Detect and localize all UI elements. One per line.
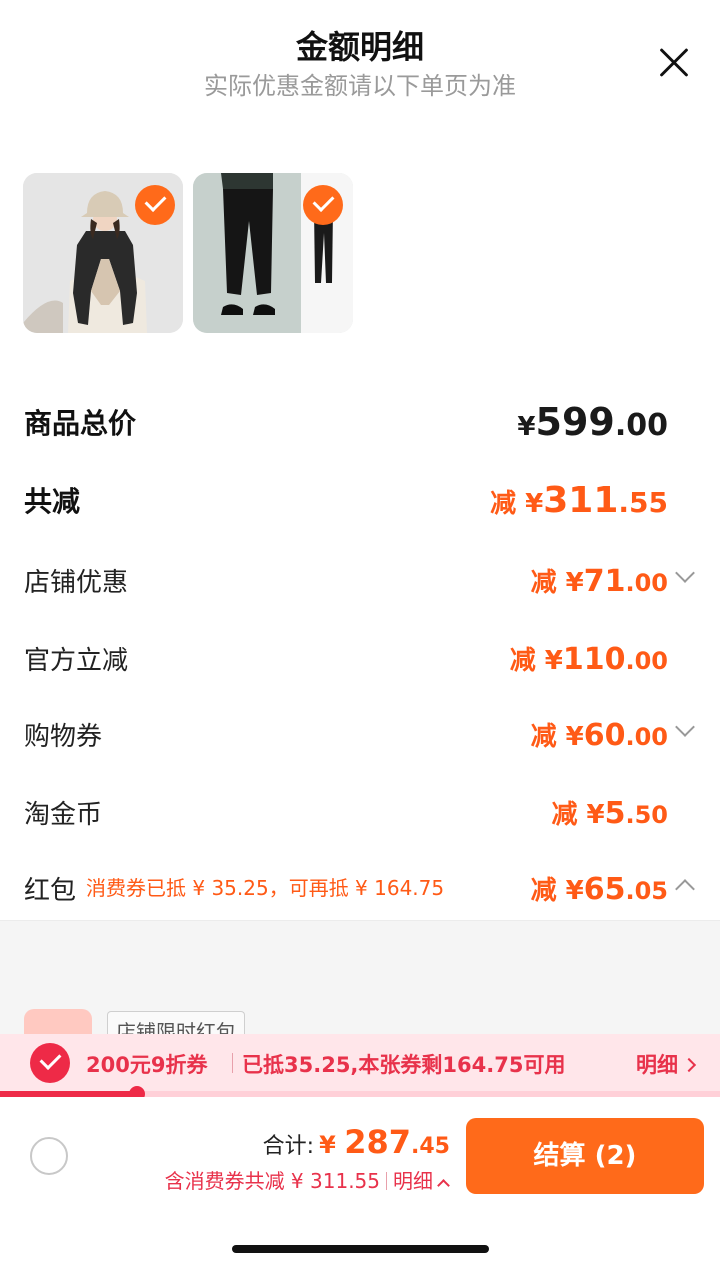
sheet-header: 金额明细 实际优惠金额请以下单页为准 [0, 0, 720, 110]
discount-value: 减 ¥110.00 [509, 642, 668, 677]
page-subtitle: 实际优惠金额请以下单页为准 [204, 72, 516, 100]
total-price-value: ¥599.00 [517, 400, 668, 444]
product-vest-image[interactable] [23, 173, 183, 333]
discount-label: 店铺优惠 [24, 568, 129, 598]
sum-reduce-text: 含消费券共减 ¥ 311.55 [164, 1169, 380, 1193]
product-pants-image[interactable] [193, 173, 353, 333]
discount-row-shop[interactable]: 店铺优惠 减 ¥71.00 [24, 562, 696, 602]
redpacket-detail-panel: 店铺限时红包 [0, 920, 720, 1049]
discount-row-coupon[interactable]: 购物券 减 ¥60.00 [24, 716, 696, 756]
discount-value: 减 ¥5.50 [551, 796, 668, 831]
discount-label: 购物券 [24, 722, 103, 752]
redpacket-note: 消费券已抵 ¥ 35.25，可再抵 ¥ 164.75 [86, 876, 445, 900]
total-price-row: 商品总价 ¥599.00 [24, 400, 696, 446]
checkout-footer: 合计: ¥ 287.45 含消费券共减 ¥ 311.55 明细 结算 (2) [0, 1097, 720, 1269]
select-all-radio[interactable] [30, 1137, 68, 1175]
discount-label: 官方立减 [24, 646, 129, 676]
sum-sub-line: 含消费券共减 ¥ 311.55 明细 [164, 1165, 450, 1194]
discount-row-redpacket[interactable]: 红包 消费券已抵 ¥ 35.25，可再抵 ¥ 164.75 减 ¥65.05 [24, 870, 696, 910]
discount-row-gold-coin: 淘金币 减 ¥5.50 [24, 794, 696, 834]
product-selected-check-icon[interactable] [135, 185, 175, 225]
discount-label: 红包 [24, 876, 77, 906]
product-selected-check-icon[interactable] [303, 185, 343, 225]
coupon-detail-link[interactable]: 明细 [636, 1049, 697, 1079]
coupon-bar[interactable]: 200元9折券 已抵35.25,本张券剩164.75可用 明细 [0, 1034, 720, 1092]
sum-value: ¥ 287.45 [319, 1123, 450, 1161]
divider [386, 1172, 387, 1190]
coupon-check-icon[interactable] [30, 1043, 70, 1083]
sum-label: 合计: [262, 1134, 315, 1159]
total-reduce-value: 减 ¥311.55 [490, 480, 668, 521]
chevron-down-icon[interactable] [675, 717, 695, 737]
home-indicator [232, 1245, 489, 1253]
checkout-button[interactable]: 结算 (2) [466, 1118, 704, 1194]
close-icon[interactable] [658, 46, 690, 78]
total-reduce-label: 共减 [24, 485, 81, 518]
discount-value: 减 ¥60.00 [530, 718, 668, 753]
total-reduce-row: 共减 减 ¥311.55 [24, 480, 696, 524]
coupon-info: 已抵35.25,本张券剩164.75可用 [242, 1053, 566, 1077]
total-price-label: 商品总价 [24, 407, 137, 440]
page-title: 金额明细 [295, 28, 424, 66]
chevron-down-icon[interactable] [675, 563, 695, 583]
chevron-up-icon[interactable] [675, 879, 695, 899]
chevron-up-icon [437, 1179, 450, 1192]
discount-value: 减 ¥71.00 [530, 564, 668, 599]
discount-label: 淘金币 [24, 800, 103, 830]
coupon-divider [232, 1053, 233, 1073]
sum-detail-link[interactable]: 明细 [393, 1169, 450, 1193]
discount-value: 减 ¥65.05 [530, 872, 668, 907]
discount-row-official: 官方立减 减 ¥110.00 [24, 640, 696, 680]
coupon-name: 200元9折券 [86, 1053, 208, 1077]
chevron-right-icon [681, 1057, 697, 1073]
sum-line: 合计: ¥ 287.45 [263, 1123, 450, 1161]
